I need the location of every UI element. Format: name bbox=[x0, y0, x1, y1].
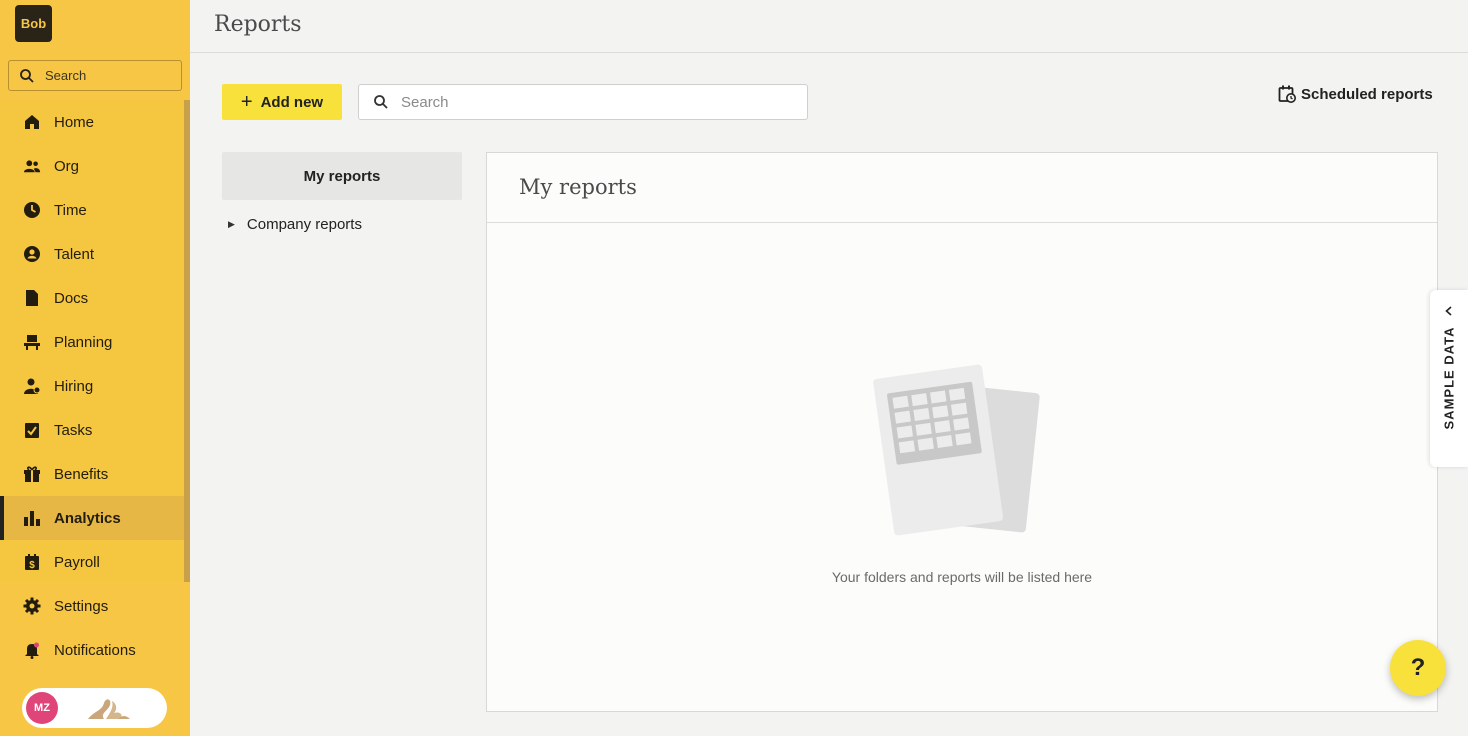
chevron-left-icon[interactable] bbox=[1443, 305, 1455, 317]
sidebar-item-label: Payroll bbox=[54, 553, 100, 571]
sidebar-item-docs[interactable]: Docs bbox=[0, 276, 184, 320]
talent-icon bbox=[23, 245, 41, 263]
empty-reports-illustration bbox=[873, 364, 1040, 536]
panel-divider bbox=[487, 222, 1437, 223]
sidebar-item-analytics[interactable]: Analytics bbox=[0, 496, 184, 540]
tree-item-label: My reports bbox=[303, 167, 381, 185]
sidebar: Bob Search Home Org Time Talent Docs Pla… bbox=[0, 0, 190, 736]
sidebar-item-label: Talent bbox=[54, 245, 95, 263]
plus-icon: + bbox=[240, 91, 253, 113]
sidebar-item-hiring[interactable]: Hiring bbox=[0, 364, 184, 408]
sidebar-item-talent[interactable]: Talent bbox=[0, 232, 184, 276]
search-icon bbox=[374, 95, 388, 109]
sidebar-item-label: Analytics bbox=[54, 509, 121, 527]
sidebar-item-label: Notifications bbox=[54, 641, 136, 659]
planning-icon bbox=[23, 333, 41, 351]
people-icon bbox=[23, 157, 41, 175]
caret-right-icon[interactable]: ▶ bbox=[228, 219, 235, 230]
sidebar-search-label: Search bbox=[45, 68, 87, 83]
sidebar-item-planning[interactable]: Planning bbox=[0, 320, 184, 364]
payroll-icon: $ bbox=[23, 553, 41, 571]
panel-title: My reports bbox=[519, 175, 637, 199]
sidebar-item-label: Benefits bbox=[54, 465, 109, 483]
sample-data-tab[interactable]: SAMPLE DATA bbox=[1430, 290, 1468, 467]
svg-text:$: $ bbox=[29, 560, 35, 571]
sidebar-item-home[interactable]: Home bbox=[0, 100, 184, 144]
sample-data-label: SAMPLE DATA bbox=[1441, 326, 1457, 430]
avatar[interactable]: MZ bbox=[26, 692, 58, 724]
hiring-icon bbox=[23, 377, 41, 395]
search-icon bbox=[20, 68, 34, 83]
header-divider bbox=[190, 52, 1468, 53]
sidebar-item-settings[interactable]: Settings bbox=[0, 584, 184, 628]
sidebar-search[interactable]: Search bbox=[8, 60, 182, 91]
sidebar-item-label: Settings bbox=[54, 597, 109, 615]
bell-icon bbox=[23, 641, 41, 659]
bar-chart-icon bbox=[23, 509, 41, 527]
company-logo-icon bbox=[88, 699, 130, 719]
sidebar-item-label: Time bbox=[54, 201, 87, 219]
sidebar-item-payroll[interactable]: $ Payroll bbox=[0, 540, 184, 584]
clock-icon bbox=[23, 201, 41, 219]
sidebar-item-notifications[interactable]: Notifications bbox=[0, 628, 184, 672]
sidebar-item-tasks[interactable]: Tasks bbox=[0, 408, 184, 452]
gear-icon bbox=[23, 597, 41, 615]
search-input[interactable] bbox=[401, 93, 781, 111]
sidebar-item-label: Docs bbox=[54, 289, 89, 307]
reports-search[interactable] bbox=[358, 84, 808, 120]
gift-icon bbox=[23, 465, 41, 483]
tree-item-company-reports[interactable]: ▶ Company reports bbox=[228, 213, 362, 235]
document-icon bbox=[23, 289, 41, 307]
sidebar-item-benefits[interactable]: Benefits bbox=[0, 452, 184, 496]
sidebar-item-label: Planning bbox=[54, 333, 113, 351]
empty-state-text: Your folders and reports will be listed … bbox=[831, 569, 1093, 585]
checklist-icon bbox=[23, 421, 41, 439]
calendar-clock-icon bbox=[1278, 85, 1296, 103]
sidebar-item-label: Org bbox=[54, 157, 80, 175]
help-button[interactable]: ? bbox=[1390, 640, 1446, 696]
app-logo[interactable]: Bob bbox=[15, 5, 52, 42]
add-new-button[interactable]: + Add new bbox=[222, 84, 342, 120]
home-icon bbox=[23, 113, 41, 131]
sidebar-item-org[interactable]: Org bbox=[0, 144, 184, 188]
scheduled-reports-label: Scheduled reports bbox=[1301, 85, 1433, 103]
reports-panel: My reports Your folders and reports will… bbox=[486, 152, 1438, 712]
sidebar-item-time[interactable]: Time bbox=[0, 188, 184, 232]
tree-item-label: Company reports bbox=[246, 215, 362, 233]
page-title: Reports bbox=[214, 12, 302, 37]
tree-item-my-reports[interactable]: My reports bbox=[222, 152, 462, 200]
user-switcher[interactable]: MZ bbox=[22, 688, 167, 728]
sidebar-item-label: Home bbox=[54, 113, 95, 131]
sidebar-item-label: Tasks bbox=[54, 421, 93, 439]
add-new-label: Add new bbox=[260, 93, 324, 111]
sidebar-item-label: Hiring bbox=[54, 377, 94, 395]
scheduled-reports-link[interactable]: Scheduled reports bbox=[1278, 84, 1433, 104]
